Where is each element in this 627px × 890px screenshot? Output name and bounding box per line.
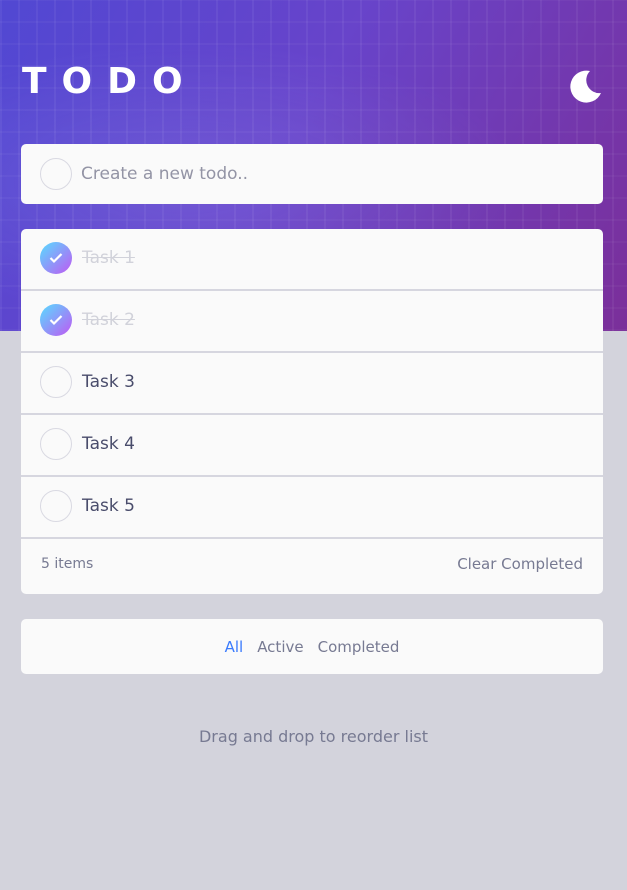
- todo-item[interactable]: Task 4: [21, 415, 603, 477]
- clear-completed-button[interactable]: Clear Completed: [457, 555, 583, 573]
- todo-list: Task 1 Task 2 Task 3 Task 4 Task 5 5 ite…: [21, 229, 603, 594]
- filter-completed-button[interactable]: Completed: [318, 638, 400, 656]
- checked-circle-icon[interactable]: [40, 242, 72, 274]
- todo-label[interactable]: Task 5: [82, 493, 135, 519]
- items-left-count: 5 items: [41, 556, 94, 572]
- new-todo-check-circle[interactable]: [40, 158, 72, 190]
- unchecked-circle-icon[interactable]: [40, 366, 72, 398]
- filter-active-button[interactable]: Active: [257, 638, 303, 656]
- filter-all-button[interactable]: All: [225, 638, 244, 656]
- new-todo-input[interactable]: [81, 156, 581, 192]
- checked-circle-icon[interactable]: [40, 304, 72, 336]
- todo-label[interactable]: Task 3: [82, 369, 135, 395]
- todo-item[interactable]: Task 5: [21, 477, 603, 539]
- todo-label[interactable]: Task 4: [82, 431, 135, 457]
- list-footer: 5 items Clear Completed: [21, 539, 603, 594]
- new-todo-card: [21, 144, 603, 204]
- unchecked-circle-icon[interactable]: [40, 428, 72, 460]
- app-title: TODO: [22, 61, 198, 102]
- todo-label[interactable]: Task 1: [82, 245, 135, 271]
- checkmark-icon: [49, 315, 63, 326]
- moon-icon[interactable]: [568, 68, 604, 104]
- filter-bar: All Active Completed: [21, 619, 603, 674]
- checkmark-icon: [49, 253, 63, 264]
- todo-item[interactable]: Task 2: [21, 291, 603, 353]
- unchecked-circle-icon[interactable]: [40, 490, 72, 522]
- drag-hint: Drag and drop to reorder list: [198, 727, 428, 746]
- todo-item[interactable]: Task 3: [21, 353, 603, 415]
- todo-item[interactable]: Task 1: [21, 229, 603, 291]
- todo-label[interactable]: Task 2: [82, 307, 135, 333]
